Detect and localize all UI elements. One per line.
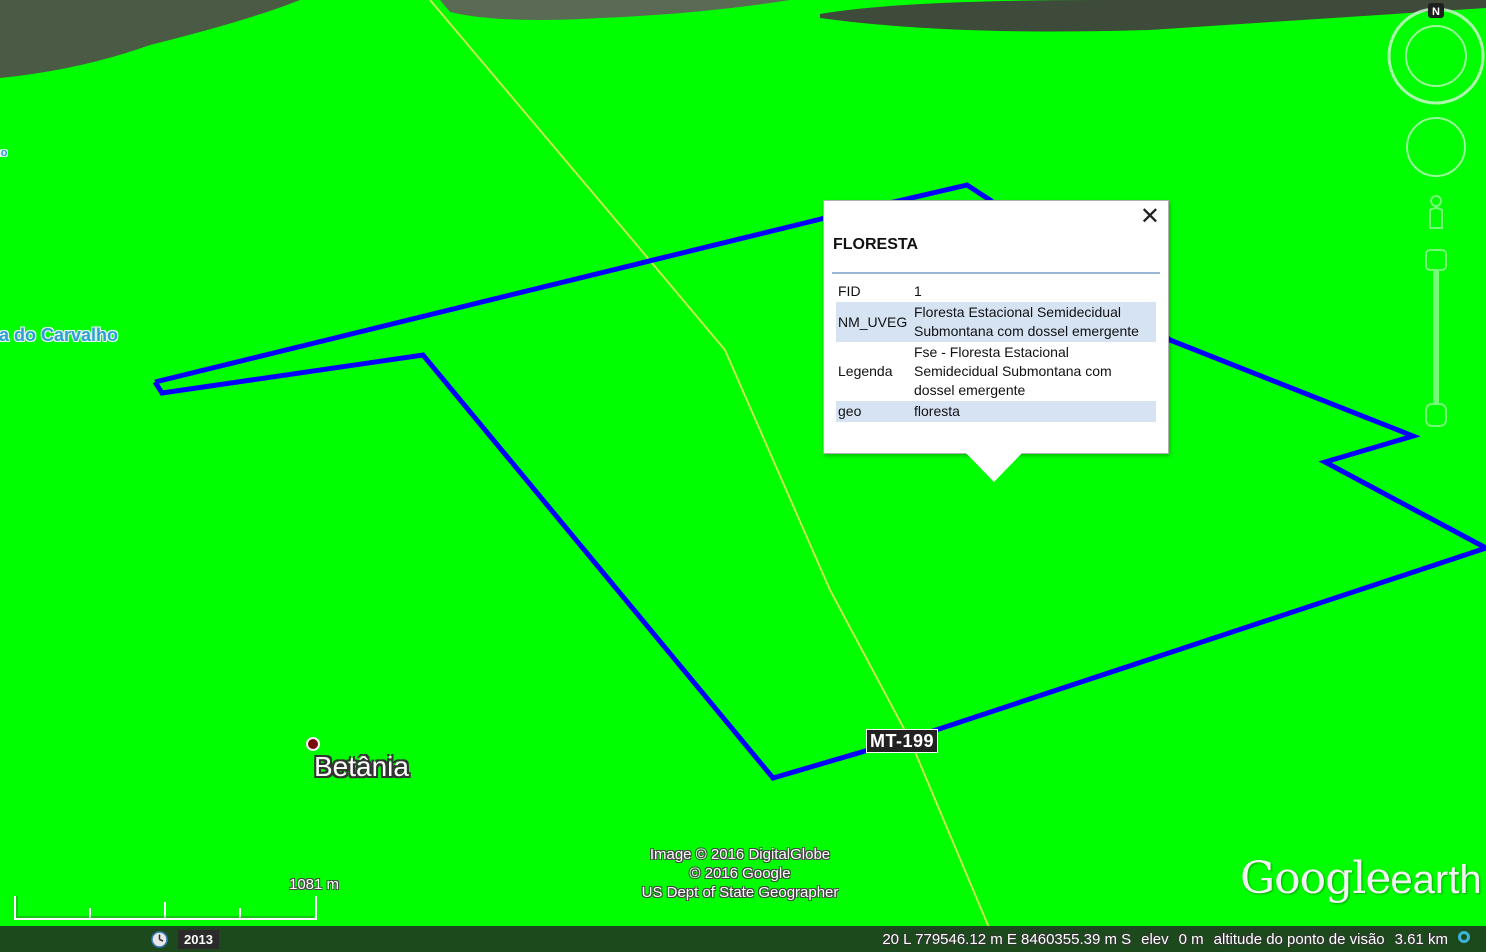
scale-legend: 1081 m: [14, 874, 344, 924]
map-label-edge: ho: [0, 147, 8, 159]
attribution-line: Image © 2016 DigitalGlobe: [649, 846, 831, 863]
attribute-value: floresta: [912, 401, 1156, 422]
look-joystick-icon[interactable]: [1406, 117, 1466, 177]
attribute-value: Fse - Floresta Estacional Semidecidual S…: [914, 344, 1112, 398]
polygon-outline: [152, 182, 1486, 781]
table-row: Legenda Fse - Floresta Estacional Semide…: [836, 342, 1156, 401]
attribute-key: geo: [836, 401, 912, 422]
imagery-attribution: Image © 2016 DigitalGlobe © 2016 Google …: [620, 845, 860, 902]
info-balloon: ✕ FLORESTA FID 1 NM_UVEG Floresta Estaci…: [823, 200, 1169, 454]
balloon-pointer: [964, 451, 1024, 482]
terrain-patch-top: [440, 0, 790, 20]
terrain-patch-left: [0, 0, 300, 78]
compass-ring-icon[interactable]: N: [1387, 3, 1485, 105]
logo-brand: Google: [1240, 853, 1391, 904]
table-row: FID 1: [836, 281, 1156, 302]
compass-north-label: N: [1432, 6, 1440, 18]
eye-altitude-label: altitude do ponto de visão: [1213, 931, 1385, 948]
scale-label: 1081 m: [289, 876, 340, 893]
table-row: NM_UVEG Floresta Estacional Semidecidual…: [836, 302, 1156, 342]
attribute-key: FID: [838, 283, 861, 299]
eye-altitude-value: 3.61 km: [1394, 931, 1448, 948]
placemark-name[interactable]: Betânia: [314, 751, 409, 783]
coordinates-readout: 20 L 779546.12 m E 8460355.39 m S: [882, 931, 1132, 948]
attribute-key: Legenda: [838, 363, 893, 379]
attribute-value: 1: [914, 283, 922, 299]
attribution-line: © 2016 Google: [689, 865, 791, 882]
close-icon[interactable]: ✕: [1140, 205, 1160, 229]
map-canvas[interactable]: [0, 0, 1486, 952]
navigation-controls: N: [1386, 0, 1486, 440]
map-label-carvalho[interactable]: ia do Carvalho: [0, 325, 118, 346]
street-view-pegman-icon[interactable]: [1429, 195, 1443, 229]
balloon-title: FLORESTA: [833, 236, 919, 253]
attribution-line: US Dept of State Geographer: [641, 884, 839, 901]
attribute-key: NM_UVEG: [836, 302, 912, 342]
imagery-year-badge[interactable]: 2013: [178, 930, 219, 949]
google-earth-logo: Googleearth: [1240, 853, 1482, 904]
status-readout: 20 L 779546.12 m E 8460355.39 m S elev 0 m…: [872, 931, 1448, 948]
attribute-value: Floresta Estacional Semidecidual Submont…: [912, 302, 1156, 342]
placemark-dot-icon[interactable]: [306, 737, 320, 751]
road-label: MT-199: [866, 729, 939, 753]
table-row: geo floresta: [836, 401, 1156, 422]
elevation-value: 0 m: [1178, 931, 1204, 948]
attribute-table: FID 1 NM_UVEG Floresta Estacional Semide…: [836, 281, 1156, 422]
zoom-slider-icon[interactable]: [1425, 249, 1447, 427]
clock-history-icon[interactable]: [151, 931, 168, 948]
elevation-label: elev: [1141, 931, 1169, 948]
streaming-indicator-icon: [1458, 931, 1470, 943]
balloon-divider: [832, 272, 1160, 274]
logo-product: earth: [1390, 858, 1482, 902]
